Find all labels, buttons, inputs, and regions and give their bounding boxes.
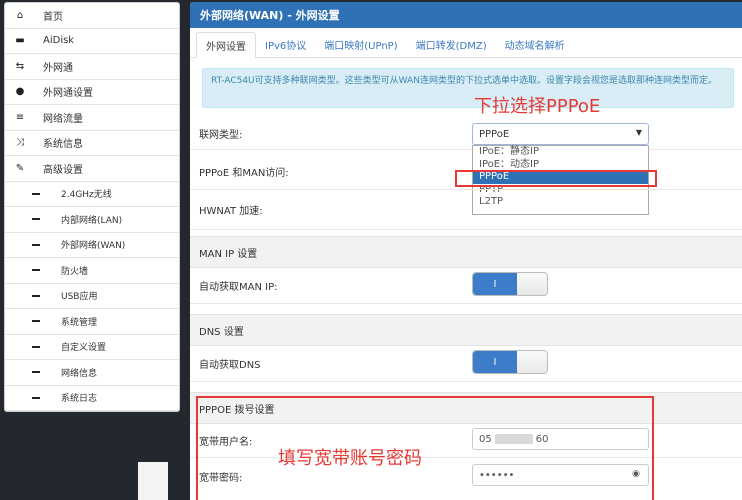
sidebar-subitem-label: 外部网络(WAN)	[61, 241, 126, 252]
hwnat-label: HWNAT 加速:	[199, 206, 263, 217]
toggle-on-indicator: I	[473, 273, 517, 295]
wan-type-label: 联网类型:	[199, 130, 243, 141]
dash-icon	[29, 294, 43, 297]
tab-3[interactable]: 端口转发(DMZ)	[407, 31, 496, 57]
man-ip-section-header: MAN IP 设置	[190, 236, 742, 268]
sidebar-subitem[interactable]: 系统管理	[5, 309, 179, 335]
sidebar-item[interactable]: ⤨ 系统信息	[5, 131, 179, 156]
sidebar-item-label: 网络流量	[43, 113, 83, 125]
sidebar-item-label: 系统信息	[43, 139, 83, 151]
toggle-off-half	[517, 273, 547, 295]
auto-dns-label: 自动获取DNS	[199, 360, 261, 371]
info-box: RT-AC54U可支持多种联网类型。这些类型可从WAN连网类型的下拉式选单中选取…	[202, 68, 734, 108]
traffic-icon: ≡	[15, 111, 25, 123]
guest-network-icon: ⇆	[15, 60, 25, 72]
pppoe-man-label: PPPoE 和MAN访问:	[199, 168, 289, 179]
sidebar-item[interactable]: ⇆ 外网通	[5, 54, 179, 80]
sidebar: ⌂ 首页 ▬ AiDisk ⇆ 外网通 ● 外网通设置 ≡ 网络流量 ⤨ 系统信息 ✎ 高级设置 2.4GH…	[4, 2, 180, 412]
dropdown-hint-annotation: 下拉选择PPPoE	[474, 96, 601, 117]
sidebar-subitem-label: 防火墙	[61, 266, 89, 277]
dash-icon	[29, 396, 43, 399]
tab-4[interactable]: 动态域名解析	[496, 31, 574, 57]
sidebar-item-label: 高级设置	[43, 164, 83, 176]
page-title: 外部网络(WAN) - 外网设置	[190, 2, 742, 28]
sidebar-item-label: 首页	[43, 11, 63, 23]
credential-hint-annotation: 填写宽带账号密码	[278, 448, 422, 469]
sidebar-subitem[interactable]: 系统日志	[5, 386, 179, 411]
dash-icon	[29, 269, 43, 272]
wan-type-value: PPPoE	[479, 128, 510, 140]
sidebar-subitem[interactable]: 自定义设置	[5, 335, 179, 360]
toggle-off-half	[517, 351, 547, 373]
toggle-on-indicator: I	[473, 351, 517, 373]
pppoe-highlight-box	[455, 170, 657, 187]
tab-2[interactable]: 端口映射(UPnP)	[315, 31, 406, 57]
auto-dns-toggle[interactable]: I	[472, 350, 548, 374]
main-panel: 外部网络(WAN) - 外网设置 外网设置 IPv6协议 端口映射(UPnP) 端口转…	[190, 2, 742, 500]
globe-icon: ●	[15, 86, 25, 98]
sidebar-item[interactable]: ⌂ 首页	[5, 3, 179, 29]
sidebar-item[interactable]: ✎ 高级设置	[5, 156, 179, 182]
home-icon: ⌂	[16, 9, 24, 21]
tab-bar: 外网设置 IPv6协议 端口映射(UPnP) 端口转发(DMZ) 动态域名解析	[190, 28, 742, 58]
auto-dns-row: 自动获取DNS	[190, 346, 742, 382]
wan-type-select[interactable]: PPPoE ▼	[472, 123, 649, 145]
sidebar-subitem[interactable]: 网络信息	[5, 360, 179, 386]
sidebar-subitem-label: 系统管理	[61, 317, 98, 328]
screen-overlay	[138, 462, 168, 500]
wan-type-row: 联网类型:	[190, 118, 742, 150]
sidebar-subitem[interactable]: 内部网络(LAN)	[5, 207, 179, 233]
sidebar-subitem[interactable]: 外部网络(WAN)	[5, 233, 179, 258]
sidebar-subitem-label: 网络信息	[61, 368, 98, 379]
wrench-icon: ✎	[15, 162, 25, 174]
hwnat-row: HWNAT 加速:	[190, 190, 742, 230]
auto-man-ip-row: 自动获取MAN IP:	[190, 268, 742, 304]
sidebar-item[interactable]: ≡ 网络流量	[5, 105, 179, 131]
sidebar-subitem[interactable]: 2.4GHz无线	[5, 182, 179, 207]
sidebar-item-label: 外网通设置	[43, 88, 93, 100]
sidebar-subitem-label: 自定义设置	[61, 343, 107, 354]
auto-man-ip-label: 自动获取MAN IP:	[199, 282, 278, 293]
sidebar-subitem[interactable]: USB应用	[5, 284, 179, 309]
sidebar-subitem-label: USB应用	[61, 292, 98, 303]
shuffle-icon: ⤨	[16, 137, 24, 149]
sidebar-item-label: AiDisk	[43, 35, 75, 47]
dash-icon	[29, 218, 43, 221]
sidebar-item[interactable]: ● 外网通设置	[5, 80, 179, 105]
sidebar-item[interactable]: ▬ AiDisk	[5, 29, 179, 54]
sidebar-item-label: 外网通	[43, 62, 73, 74]
dash-icon	[29, 371, 43, 374]
auto-man-ip-toggle[interactable]: I	[472, 272, 548, 296]
sidebar-subitem[interactable]: 防火墙	[5, 258, 179, 284]
tab-1[interactable]: IPv6协议	[256, 31, 315, 57]
sidebar-subitem-label: 系统日志	[61, 394, 98, 405]
sidebar-subitem-label: 内部网络(LAN)	[61, 215, 123, 226]
dns-section-header: DNS 设置	[190, 314, 742, 346]
drive-icon: ▬	[15, 35, 25, 47]
dash-icon	[29, 320, 43, 323]
dropdown-arrow-icon: ▼	[635, 128, 642, 137]
dash-icon	[29, 192, 43, 195]
sidebar-subitem-label: 2.4GHz无线	[61, 190, 112, 201]
dash-icon	[29, 243, 43, 246]
dash-icon	[29, 345, 43, 348]
credentials-highlight-box	[196, 396, 654, 500]
tab-0[interactable]: 外网设置	[196, 32, 256, 58]
